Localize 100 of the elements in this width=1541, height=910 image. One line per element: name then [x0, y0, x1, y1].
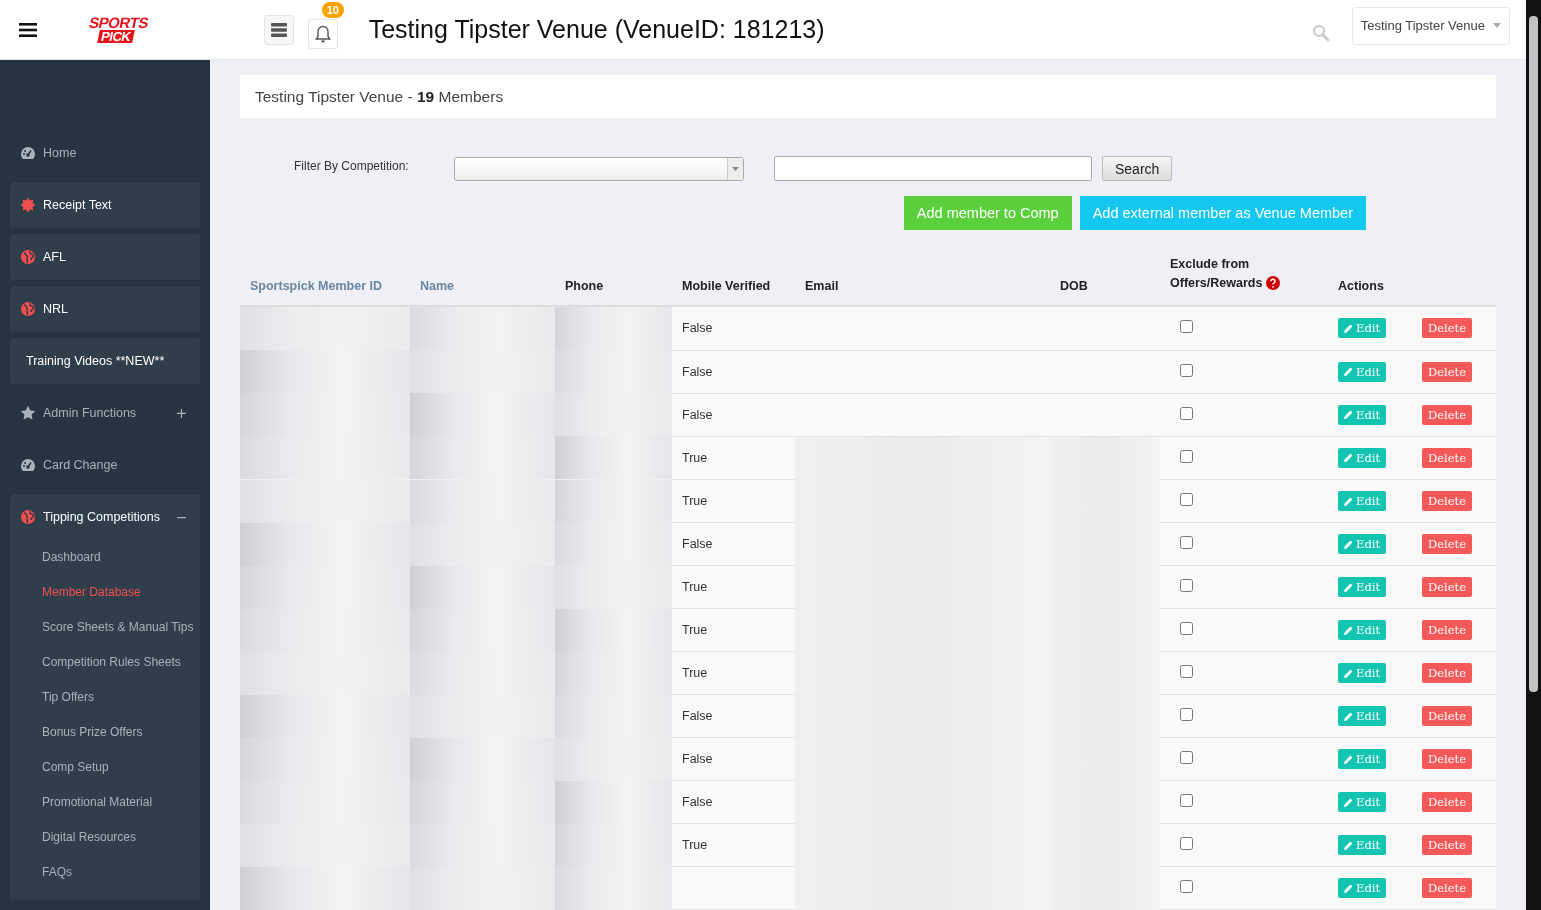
- delete-button[interactable]: Delete: [1422, 792, 1472, 812]
- edit-button[interactable]: Edit: [1338, 663, 1387, 683]
- logo[interactable]: SPORTS PICK: [82, 16, 153, 43]
- exclude-checkbox[interactable]: [1180, 536, 1193, 549]
- search-button[interactable]: Search: [1102, 156, 1173, 181]
- pencil-icon: [1344, 582, 1353, 592]
- search-field[interactable]: [774, 156, 1092, 181]
- column-header[interactable]: Name: [420, 279, 455, 293]
- nav-item[interactable]: Card Change: [10, 442, 200, 488]
- exclude-checkbox[interactable]: [1180, 579, 1193, 592]
- edit-button[interactable]: Edit: [1338, 361, 1387, 382]
- nav-item[interactable]: Tipping Competitions: [10, 494, 200, 540]
- edit-button[interactable]: Edit: [1338, 318, 1387, 339]
- globe-icon: [20, 301, 36, 317]
- delete-button[interactable]: Delete: [1422, 404, 1472, 425]
- exclude-checkbox[interactable]: [1180, 794, 1193, 807]
- edit-button[interactable]: Edit: [1338, 447, 1387, 468]
- table-cell: True: [682, 838, 708, 852]
- scrollbar[interactable]: [1526, 0, 1541, 910]
- edit-button[interactable]: Edit: [1338, 835, 1387, 855]
- bell-icon: [314, 24, 331, 43]
- edit-button[interactable]: Edit: [1338, 749, 1387, 769]
- column-header: Phone: [565, 279, 604, 293]
- edit-button[interactable]: Edit: [1338, 878, 1387, 898]
- exclude-checkbox[interactable]: [1180, 837, 1193, 850]
- exclude-checkbox[interactable]: [1180, 363, 1193, 377]
- pencil-icon: [1344, 883, 1353, 893]
- pencil-icon: [1344, 797, 1353, 807]
- nav-item[interactable]: Admin Functions: [10, 390, 200, 436]
- exclude-checkbox[interactable]: [1180, 493, 1193, 506]
- add-member-button[interactable]: Add member to Comp: [903, 196, 1072, 230]
- submenu-item[interactable]: Comp Setup: [10, 750, 200, 785]
- table-cell: False: [682, 407, 713, 422]
- pencil-icon: [1344, 625, 1353, 635]
- exclude-checkbox[interactable]: [1180, 320, 1193, 334]
- submenu-item[interactable]: Digital Resources: [10, 820, 200, 855]
- pencil-icon: [1344, 754, 1353, 764]
- venue-select[interactable]: Testing Tipster Venue: [1351, 6, 1510, 45]
- delete-button[interactable]: Delete: [1422, 835, 1472, 855]
- delete-button[interactable]: Delete: [1422, 447, 1472, 468]
- add-external-member-button[interactable]: Add external member as Venue Member: [1079, 196, 1366, 230]
- menu-icon: [19, 22, 37, 37]
- nav-item[interactable]: Home: [10, 130, 200, 176]
- edit-button[interactable]: Edit: [1338, 577, 1387, 597]
- column-header[interactable]: Sportspick Member ID: [250, 279, 382, 293]
- submenu-item[interactable]: Bonus Prize Offers: [10, 715, 200, 750]
- list-icon: [270, 22, 287, 37]
- submenu-item[interactable]: Member Database: [10, 575, 200, 610]
- column-header: DOB: [1060, 279, 1088, 293]
- exclude-checkbox[interactable]: [1180, 665, 1193, 678]
- submenu-item[interactable]: Score Sheets & Manual Tips: [10, 610, 200, 645]
- edit-button[interactable]: Edit: [1338, 404, 1387, 425]
- table-cell: False: [682, 709, 713, 723]
- list-button[interactable]: [263, 14, 294, 45]
- exclude-checkbox[interactable]: [1180, 622, 1193, 635]
- edit-button[interactable]: Edit: [1338, 706, 1387, 726]
- delete-button[interactable]: Delete: [1422, 878, 1472, 898]
- delete-button[interactable]: Delete: [1422, 361, 1472, 382]
- submenu-item[interactable]: FAQs: [10, 855, 200, 890]
- nav-item[interactable]: AFL: [10, 234, 200, 280]
- competition-select[interactable]: [454, 156, 744, 181]
- venue-name: Testing Tipster Venue: [1360, 18, 1485, 33]
- delete-button[interactable]: Delete: [1422, 620, 1472, 640]
- table-cell: True: [682, 450, 708, 465]
- burst-icon: [20, 197, 36, 213]
- pencil-icon: [1344, 711, 1353, 721]
- edit-button[interactable]: Edit: [1338, 491, 1387, 511]
- edit-button[interactable]: Edit: [1338, 534, 1387, 554]
- edit-button[interactable]: Edit: [1338, 620, 1387, 640]
- exclude-checkbox[interactable]: [1180, 406, 1193, 420]
- delete-button[interactable]: Delete: [1422, 749, 1472, 769]
- delete-button[interactable]: Delete: [1422, 318, 1472, 339]
- notifications-button[interactable]: [307, 18, 338, 49]
- delete-button[interactable]: Delete: [1422, 534, 1472, 554]
- delete-button[interactable]: Delete: [1422, 663, 1472, 683]
- pencil-icon: [1344, 539, 1353, 549]
- table-cell: True: [682, 494, 708, 508]
- exclude-checkbox[interactable]: [1180, 449, 1193, 463]
- help-icon: [1266, 276, 1281, 290]
- submenu-item[interactable]: Competition Rules Sheets: [10, 645, 200, 680]
- pencil-icon: [1344, 323, 1353, 333]
- edit-button[interactable]: Edit: [1338, 792, 1387, 812]
- exclude-checkbox[interactable]: [1180, 751, 1193, 764]
- submenu-item[interactable]: Promotional Material: [10, 785, 200, 820]
- pencil-icon: [1344, 410, 1353, 419]
- globe-icon: [20, 249, 36, 265]
- delete-button[interactable]: Delete: [1422, 706, 1472, 726]
- nav-item[interactable]: Receipt Text: [10, 182, 200, 228]
- delete-button[interactable]: Delete: [1422, 491, 1472, 511]
- table-cell: True: [682, 580, 708, 594]
- delete-button[interactable]: Delete: [1422, 577, 1472, 597]
- exclude-checkbox[interactable]: [1180, 880, 1193, 893]
- pencil-icon: [1344, 668, 1353, 678]
- submenu-item[interactable]: Tip Offers: [10, 680, 200, 715]
- exclude-checkbox[interactable]: [1180, 708, 1193, 721]
- table-cell: False: [682, 364, 713, 379]
- submenu-item[interactable]: Dashboard: [10, 540, 200, 575]
- nav-item[interactable]: Training Videos **NEW**: [10, 338, 200, 384]
- caret-icon: [727, 157, 743, 180]
- nav-item[interactable]: NRL: [10, 286, 200, 332]
